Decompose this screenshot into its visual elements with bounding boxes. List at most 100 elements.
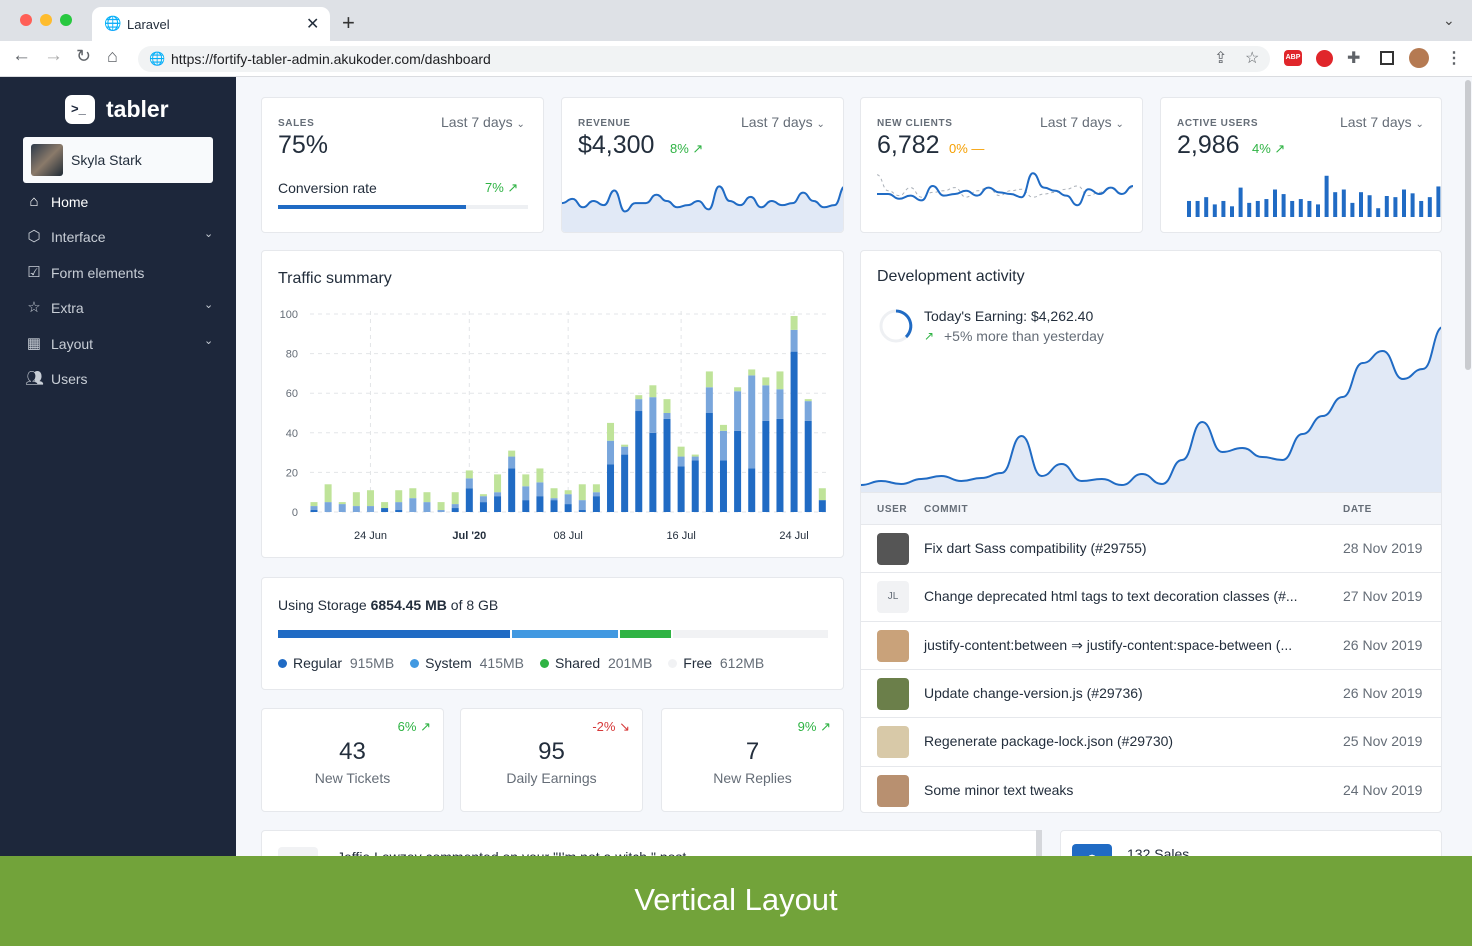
site-info-icon[interactable]: 🌐: [149, 51, 165, 67]
active-users-bar: [1359, 192, 1363, 217]
bar-02-Jul-series-2: [479, 496, 487, 503]
sidebar-item-extra[interactable]: ☆ Extra ⌄: [0, 291, 236, 325]
home-icon: ⌂: [29, 193, 39, 210]
maximize-window-button[interactable]: [60, 14, 72, 26]
bar-21-Jun-series-3: [324, 484, 332, 503]
active-users-bar: [1281, 194, 1286, 217]
range-dropdown[interactable]: Last 7 days ⌄: [1340, 114, 1424, 130]
table-row[interactable]: Fix dart Sass compatibility (#29755) 28 …: [861, 524, 1441, 572]
bar-24-Jul-series-2: [790, 329, 798, 352]
user-avatar: [31, 144, 63, 176]
column-user: USER: [877, 504, 908, 515]
sidebar-item-users[interactable]: 👥︎ Users: [0, 362, 236, 396]
active-users-bar: [1212, 204, 1217, 217]
bar-23-Jul-series-3: [776, 371, 784, 390]
sidebar-item-layout[interactable]: ▦ Layout ⌄: [0, 327, 236, 361]
table-row[interactable]: Some minor text tweaks 24 Nov 2019: [861, 765, 1441, 813]
sidebar-item-interface[interactable]: ⬡ Interface ⌄: [0, 220, 236, 254]
chevron-down-icon: ⌄: [1115, 119, 1124, 130]
y-tick-label: 80: [286, 349, 298, 361]
table-row[interactable]: Regenerate package-lock.json (#29730) 25…: [861, 717, 1441, 765]
bar-15-Jul-series-3: [663, 399, 671, 413]
legend-dot: [668, 659, 678, 668]
opera-extension-icon[interactable]: [1316, 50, 1333, 67]
card-label: REVENUE: [578, 118, 631, 129]
change-value: 4%: [1252, 141, 1271, 156]
forward-icon[interactable]: →: [44, 45, 63, 67]
url-text: https://fortify-tabler-admin.akukoder.co…: [171, 51, 491, 67]
bar-28-Jun-series-3: [423, 492, 431, 503]
table-row[interactable]: justify-content:between ⇒ justify-conten…: [861, 620, 1441, 669]
trending-up-icon: ↗: [420, 719, 431, 734]
active-users-bar: [1290, 200, 1295, 217]
bar-22-Jul-series-1: [762, 420, 770, 512]
tab-title: Laravel: [127, 17, 170, 32]
new-tab-button[interactable]: +: [342, 10, 355, 36]
avatar: [877, 726, 909, 759]
home-icon[interactable]: ⌂: [107, 46, 118, 67]
user-menu[interactable]: Skyla Stark: [23, 137, 213, 183]
tabler-logo-icon[interactable]: >_: [65, 95, 95, 124]
commit-message: Update change-version.js (#29736): [924, 684, 1143, 701]
reload-icon[interactable]: ↻: [76, 46, 91, 67]
page-scrollbar[interactable]: [1465, 80, 1471, 370]
active-users-bar: [1230, 206, 1234, 217]
mini-stat-card: 9% ↗ 7 New Replies: [661, 708, 844, 812]
bar-12-Jul-series-1: [621, 454, 629, 512]
bar-07-Jul-series-2: [550, 498, 558, 501]
commit-date: 24 Nov 2019: [1343, 781, 1423, 798]
extensions-puzzle-icon[interactable]: ✚: [1347, 48, 1360, 68]
range-dropdown[interactable]: Last 7 days ⌄: [741, 114, 825, 130]
footer-label: Conversion rate: [278, 180, 377, 196]
bar-23-Jul-series-2: [776, 389, 784, 419]
browser-menu-icon[interactable]: ⋮: [1446, 48, 1462, 68]
bar-24-Jun-series-2: [366, 506, 374, 512]
card-value: 75%: [278, 131, 329, 159]
adblock-icon[interactable]: ABP: [1284, 50, 1302, 66]
back-icon[interactable]: ←: [12, 45, 31, 67]
bar-15-Jul-series-1: [663, 418, 671, 512]
active-users-bar: [1195, 200, 1200, 217]
tab-search-icon[interactable]: ⌄: [1443, 12, 1455, 29]
y-tick-label: 60: [286, 388, 298, 400]
chevron-down-icon: ⌄: [204, 299, 214, 311]
y-tick-label: 20: [286, 467, 298, 479]
table-row[interactable]: JL Change deprecated html tags to text d…: [861, 572, 1441, 620]
active-users-bar: [1436, 186, 1441, 217]
chevron-down-icon: ⌄: [816, 119, 825, 130]
side-panel-icon[interactable]: [1380, 51, 1394, 65]
storage-progress: [278, 630, 828, 638]
package-icon: ⬡: [27, 228, 41, 245]
table-header: USER COMMIT DATE: [861, 492, 1441, 524]
new-clients-line: [876, 172, 1134, 207]
browser-tab[interactable]: 🌐 Laravel ✕: [92, 7, 330, 41]
active-users-bar: [1264, 199, 1269, 217]
bookmark-star-icon[interactable]: ☆: [1245, 48, 1259, 68]
range-dropdown[interactable]: Last 7 days ⌄: [441, 114, 525, 130]
storage-segment-shared: [619, 630, 671, 638]
sidebar-item-form-elements[interactable]: ☑ Form elements: [0, 256, 236, 290]
bar-23-Jun-series-3: [352, 492, 360, 507]
checkbox-icon: ☑: [27, 264, 41, 281]
close-window-button[interactable]: [20, 14, 32, 26]
active-users-bar: [1238, 187, 1243, 217]
card-label: SALES: [278, 118, 315, 129]
legend-item: Shared 201MB: [540, 655, 652, 671]
new-clients-sparkline: [876, 172, 1134, 207]
close-tab-icon[interactable]: ✕: [306, 14, 319, 34]
bar-21-Jul-series-2: [748, 375, 756, 469]
sidebar-item-home[interactable]: ⌂ Home: [0, 185, 236, 219]
url-bar[interactable]: 🌐 https://fortify-tabler-admin.akukoder.…: [138, 46, 1270, 72]
profile-avatar[interactable]: [1409, 48, 1429, 68]
active-users-bar: [1333, 192, 1338, 217]
brand-name[interactable]: tabler: [106, 96, 169, 123]
y-tick-label: 40: [286, 428, 298, 440]
active-users-bar: [1367, 195, 1372, 217]
table-row[interactable]: Update change-version.js (#29736) 26 Nov…: [861, 668, 1441, 717]
share-icon[interactable]: ⇪: [1214, 48, 1227, 68]
sidebar-item-label: Home: [51, 194, 89, 210]
commit-message: Regenerate package-lock.json (#29730): [924, 733, 1174, 750]
minimize-window-button[interactable]: [40, 14, 52, 26]
sidebar-item-label: Extra: [51, 300, 84, 316]
range-dropdown[interactable]: Last 7 days ⌄: [1040, 114, 1124, 130]
